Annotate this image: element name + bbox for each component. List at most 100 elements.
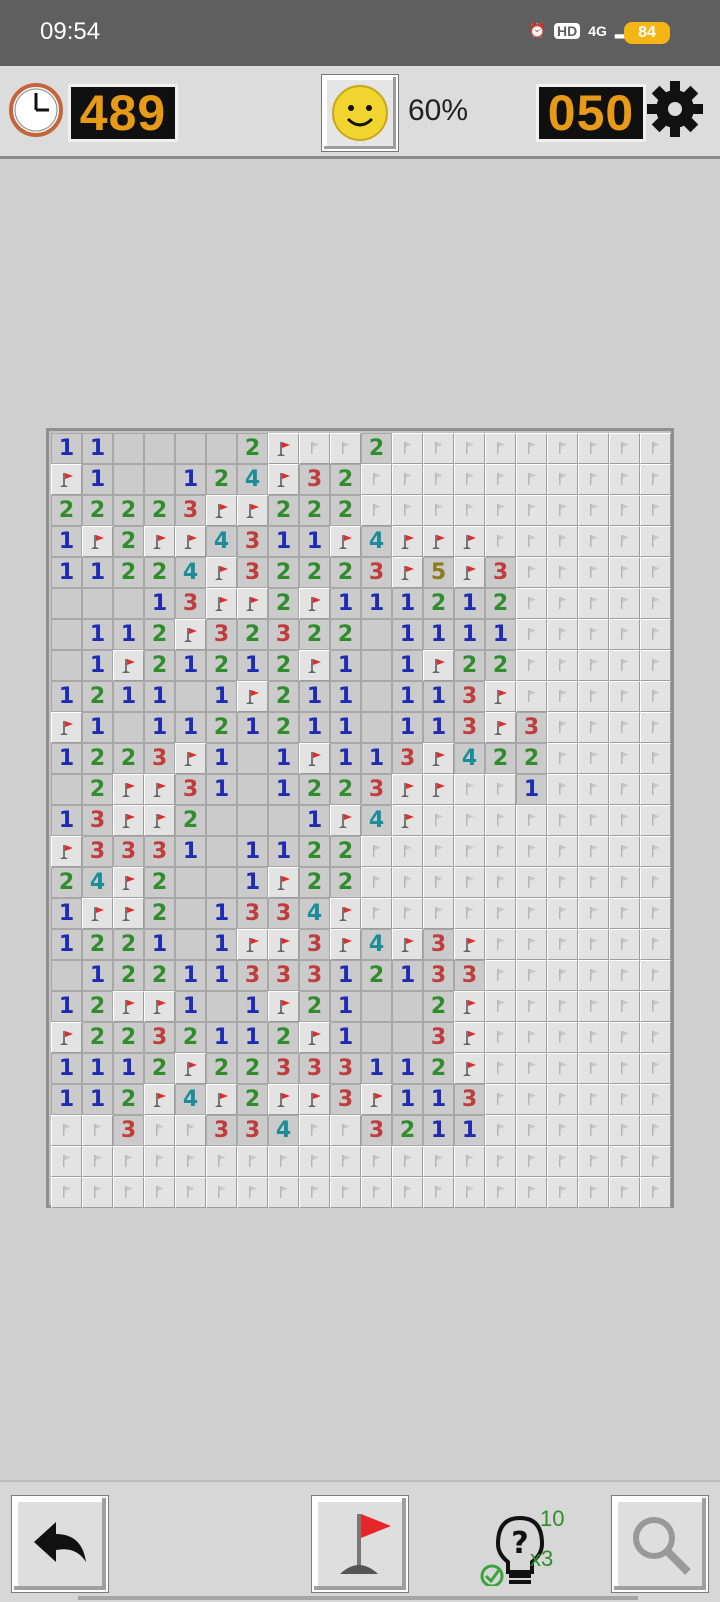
hidden-cell[interactable]: [609, 1084, 640, 1115]
board-cell[interactable]: 1: [82, 557, 113, 588]
hidden-cell[interactable]: [516, 619, 547, 650]
hidden-cell[interactable]: [144, 1146, 175, 1177]
hidden-cell[interactable]: [578, 1022, 609, 1053]
hidden-cell[interactable]: [640, 960, 671, 991]
hidden-cell[interactable]: [640, 1115, 671, 1146]
hidden-cell[interactable]: [485, 1177, 516, 1208]
hidden-cell[interactable]: [640, 526, 671, 557]
hidden-cell[interactable]: [206, 1177, 237, 1208]
board-cell[interactable]: 4: [206, 526, 237, 557]
flagged-cell[interactable]: [82, 526, 113, 557]
hidden-cell[interactable]: [609, 836, 640, 867]
board-cell[interactable]: 2: [361, 433, 392, 464]
board-cell[interactable]: 2: [237, 619, 268, 650]
flag-mode-button[interactable]: [312, 1496, 408, 1592]
board-cell[interactable]: 2: [144, 898, 175, 929]
board-cell[interactable]: 1: [51, 991, 82, 1022]
hidden-cell[interactable]: [485, 836, 516, 867]
hidden-cell[interactable]: [609, 805, 640, 836]
board-cell[interactable]: 1: [454, 588, 485, 619]
hidden-cell[interactable]: [578, 650, 609, 681]
board-cell[interactable]: 4: [454, 743, 485, 774]
board-cell[interactable]: 1: [175, 650, 206, 681]
board-cell[interactable]: 2: [268, 681, 299, 712]
hidden-cell[interactable]: [485, 526, 516, 557]
hidden-cell[interactable]: [547, 681, 578, 712]
board-cell[interactable]: 2: [113, 1022, 144, 1053]
hidden-cell[interactable]: [640, 1084, 671, 1115]
hidden-cell[interactable]: [51, 1146, 82, 1177]
hidden-cell[interactable]: [578, 464, 609, 495]
flagged-cell[interactable]: [454, 526, 485, 557]
board-cell[interactable]: 2: [268, 650, 299, 681]
board-cell[interactable]: 2: [82, 681, 113, 712]
hidden-cell[interactable]: [640, 929, 671, 960]
board-cell[interactable]: 2: [206, 650, 237, 681]
board-cell[interactable]: 2: [268, 557, 299, 588]
hidden-cell[interactable]: [578, 805, 609, 836]
hidden-cell[interactable]: [609, 1115, 640, 1146]
hidden-cell[interactable]: [485, 1022, 516, 1053]
hidden-cell[interactable]: [640, 805, 671, 836]
board-cell[interactable]: 3: [330, 1084, 361, 1115]
board-cell[interactable]: 1: [268, 836, 299, 867]
board-cell[interactable]: 1: [392, 1053, 423, 1084]
board-cell[interactable]: [175, 681, 206, 712]
hidden-cell[interactable]: [547, 433, 578, 464]
board-cell[interactable]: 3: [113, 836, 144, 867]
hidden-cell[interactable]: [454, 433, 485, 464]
board-cell[interactable]: 1: [51, 898, 82, 929]
board-cell[interactable]: 2: [113, 960, 144, 991]
hidden-cell[interactable]: [485, 929, 516, 960]
board-cell[interactable]: 3: [454, 960, 485, 991]
board-cell[interactable]: 4: [82, 867, 113, 898]
board-cell[interactable]: [237, 743, 268, 774]
hidden-cell[interactable]: [485, 805, 516, 836]
board-cell[interactable]: 2: [113, 929, 144, 960]
flagged-cell[interactable]: [268, 1084, 299, 1115]
hidden-cell[interactable]: [423, 836, 454, 867]
board-cell[interactable]: 2: [113, 557, 144, 588]
board-cell[interactable]: [268, 805, 299, 836]
undo-button[interactable]: [12, 1496, 108, 1592]
flagged-cell[interactable]: [51, 712, 82, 743]
flagged-cell[interactable]: [330, 929, 361, 960]
hidden-cell[interactable]: [609, 743, 640, 774]
board-cell[interactable]: [51, 650, 82, 681]
hidden-cell[interactable]: [454, 1177, 485, 1208]
board-cell[interactable]: 1: [330, 991, 361, 1022]
flagged-cell[interactable]: [299, 650, 330, 681]
hidden-cell[interactable]: [423, 1177, 454, 1208]
board-cell[interactable]: 3: [454, 1084, 485, 1115]
hidden-cell[interactable]: [609, 1177, 640, 1208]
hidden-cell[interactable]: [516, 495, 547, 526]
board-cell[interactable]: 1: [454, 619, 485, 650]
board-cell[interactable]: 1: [330, 960, 361, 991]
hidden-cell[interactable]: [299, 1115, 330, 1146]
flagged-cell[interactable]: [51, 464, 82, 495]
board-cell[interactable]: 4: [361, 805, 392, 836]
board-cell[interactable]: 2: [82, 495, 113, 526]
board-cell[interactable]: 2: [175, 1022, 206, 1053]
board-cell[interactable]: 4: [175, 1084, 206, 1115]
flagged-cell[interactable]: [392, 774, 423, 805]
board-cell[interactable]: 1: [51, 433, 82, 464]
board-cell[interactable]: 2: [268, 495, 299, 526]
board-cell[interactable]: [206, 805, 237, 836]
board-cell[interactable]: 1: [237, 650, 268, 681]
hidden-cell[interactable]: [485, 867, 516, 898]
hidden-cell[interactable]: [361, 1146, 392, 1177]
board-cell[interactable]: [144, 464, 175, 495]
hidden-cell[interactable]: [547, 1022, 578, 1053]
flagged-cell[interactable]: [423, 526, 454, 557]
flagged-cell[interactable]: [113, 898, 144, 929]
board-cell[interactable]: 1: [299, 526, 330, 557]
board-cell[interactable]: 2: [82, 991, 113, 1022]
flagged-cell[interactable]: [113, 650, 144, 681]
flagged-cell[interactable]: [361, 1084, 392, 1115]
flagged-cell[interactable]: [51, 836, 82, 867]
board-cell[interactable]: 2: [268, 588, 299, 619]
board-cell[interactable]: 3: [299, 464, 330, 495]
hidden-cell[interactable]: [609, 1146, 640, 1177]
hidden-cell[interactable]: [423, 495, 454, 526]
